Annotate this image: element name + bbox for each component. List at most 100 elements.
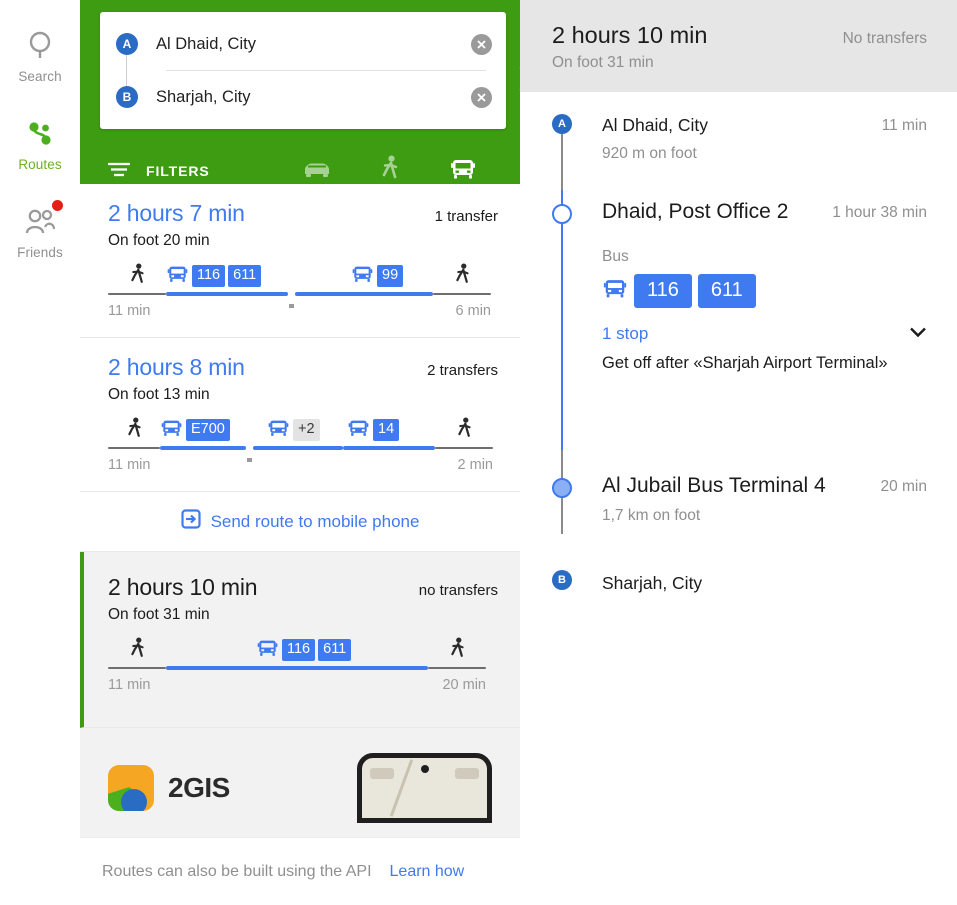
from-input[interactable] [156,34,471,54]
segment-walk: 11 min [108,417,160,473]
routes-icon [25,117,55,151]
route-on-foot: On foot 31 min [108,606,210,623]
learn-how-link[interactable]: Learn how [390,863,465,881]
timeline-step[interactable]: B Sharjah, City [552,570,927,596]
route-duration: 2 hours 7 min [108,200,245,226]
pedestrian-icon [380,155,400,188]
route-card[interactable]: 2 hours 8 min 2 transfers On foot 13 min [80,338,520,492]
friends-icon [23,205,57,239]
segment-transit: 99 [295,262,433,319]
sidebar-label-routes: Routes [18,156,62,172]
route-card[interactable]: 2 hours 7 min 1 transfer On foot 20 min [80,184,520,338]
pedestrian-icon [126,417,143,446]
step-time: 20 min [880,478,927,495]
segment-time: 20 min [442,677,486,693]
left-nav-rail: Search Routes Friends [0,0,80,905]
filter-lines-icon [106,160,132,183]
detail-header: 2 hours 10 min No transfers On foot 31 m… [520,0,957,92]
route-segments: 11 min [108,416,498,473]
clear-from-icon[interactable] [471,33,492,55]
pedestrian-icon [454,263,471,292]
app-promo-banner[interactable]: 2GIS [80,728,520,848]
timeline-step[interactable]: A Al Dhaid, City 11 min 920 m on foot [552,114,927,186]
route-transfers: 2 transfers [427,362,498,379]
marker-station-alight [552,478,572,498]
marker-station-board [552,204,572,224]
route-number-badge: 14 [373,419,400,441]
sidebar-label-friends: Friends [17,244,63,260]
bus-icon [449,157,477,186]
step-title: Dhaid, Post Office 2 [602,200,789,223]
segment-time: 11 min [108,457,151,473]
step-sub: 1,7 km on foot [602,507,701,525]
segment-transit: 116 611 [166,636,428,693]
footer-text: Routes can also be built using the API [102,862,372,880]
stops-toggle[interactable]: 1 stop [602,324,927,344]
route-timeline: A Al Dhaid, City 11 min 920 m on foot Dh… [520,92,957,596]
get-off-instruction: Get off after «Sharjah Airport Terminal» [602,354,888,373]
route-number-badge: 99 [377,265,404,287]
transit-number-badge: 116 [634,274,692,309]
panel-footer: Routes can also be built using the API L… [80,837,520,905]
chevron-down-icon[interactable] [909,325,927,343]
step-title: Al Dhaid, City [602,115,709,135]
route-number-badge: 611 [228,265,262,287]
segment-gap [246,458,253,473]
pedestrian-icon [129,263,146,292]
bus-icon [351,264,374,289]
sidebar-item-search[interactable]: Search [0,12,80,100]
segment-walk: 11 min [108,637,166,693]
step-time: 1 hour 38 min [832,204,927,221]
route-number-badge: 116 [192,265,226,287]
bus-icon [256,638,279,663]
app-name: 2GIS [168,772,230,803]
segment-walk: 11 min [108,263,166,319]
marker-b: B [552,570,572,590]
segment-transit: 116 611 [166,262,288,319]
search-header: A B [80,0,531,199]
pedestrian-icon [456,417,473,446]
route-list[interactable]: 2 hours 7 min 1 transfer On foot 20 min [80,184,520,905]
segment-gap [288,304,295,319]
sidebar-item-routes[interactable]: Routes [0,100,80,188]
segment-walk: 20 min [428,637,486,693]
filters-label: FILTERS [146,163,210,179]
address-card: A B [100,12,531,129]
sidebar-label-search: Search [18,68,62,84]
segment-time: 11 min [108,303,151,319]
segment-walk: 6 min [433,263,491,319]
route-card-selected[interactable]: 2 hours 10 min no transfers On foot 31 m… [80,552,520,728]
segment-transit: 14 [343,416,435,473]
sidebar-item-friends[interactable]: Friends [0,188,80,276]
step-title: Al Jubail Bus Terminal 4 [602,474,826,497]
route-on-foot: On foot 20 min [108,232,210,249]
detail-duration: 2 hours 10 min [552,22,708,48]
search-pin-icon [27,29,53,63]
clear-to-icon[interactable] [471,86,492,108]
step-title: Sharjah, City [602,573,703,593]
to-row: B [100,71,506,123]
from-row: A [100,18,506,70]
bus-icon [160,418,183,443]
transit-numbers: 116 611 [602,274,927,309]
route-segments: 11 min [108,262,498,319]
detail-on-foot: On foot 31 min [552,54,654,71]
route-number-badge: 116 [282,639,316,661]
2gis-logo-icon [108,765,154,811]
to-input[interactable] [156,87,471,107]
timeline-step[interactable]: Al Jubail Bus Terminal 4 20 min 1,7 km o… [552,472,927,556]
transit-type-label: Bus [602,248,629,266]
step-time: 11 min [881,117,927,134]
route-transfers: no transfers [418,582,498,599]
timeline-step[interactable]: Dhaid, Post Office 2 1 hour 38 min Bus 1… [552,198,927,458]
segment-time: 11 min [108,677,151,693]
phone-mockup-icon [357,753,492,823]
route-segments: 11 min [108,636,498,693]
stops-count: 1 stop [602,324,649,344]
send-route-button[interactable]: Send route to mobile phone [80,492,520,552]
segment-time: 6 min [455,303,491,319]
segment-walk: 2 min [435,417,493,473]
segment-transit: +2 [253,416,343,473]
bus-icon [166,264,189,289]
filters-button[interactable]: FILTERS [100,160,280,183]
